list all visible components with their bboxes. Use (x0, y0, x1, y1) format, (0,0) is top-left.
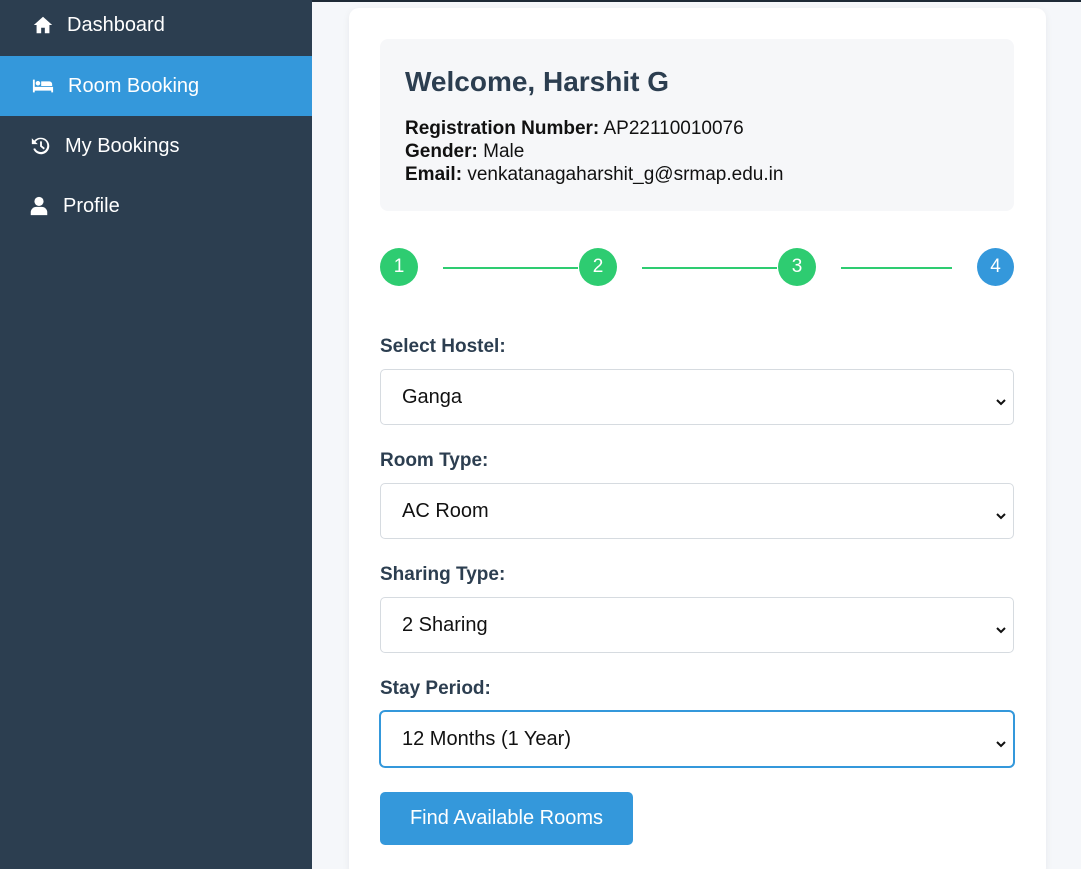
sidebar-item-label: My Bookings (65, 134, 180, 157)
room-type-select[interactable]: AC Room (380, 483, 1014, 539)
sidebar-item-label: Dashboard (67, 13, 165, 36)
hostel-select[interactable]: Ganga (380, 369, 1014, 425)
room-type-select-value: AC Room (402, 499, 489, 522)
sidebar: Dashboard Room Booking My Bookings Profi… (0, 0, 312, 869)
sharing-type-select[interactable]: 2 Sharing (380, 597, 1014, 653)
email-value: venkatanagaharshit_g@srmap.edu.in (467, 164, 784, 185)
chevron-down-icon (995, 619, 1007, 634)
email-row: Email: venkatanagaharshit_g@srmap.edu.in (405, 163, 783, 186)
progress-steps: 1 2 3 4 (380, 248, 1014, 288)
gender-value: Male (483, 141, 525, 162)
booking-card: Welcome, Harshit G Registration Number: … (349, 8, 1046, 869)
sidebar-item-profile[interactable]: Profile (0, 176, 312, 236)
welcome-panel: Welcome, Harshit G Registration Number: … (380, 39, 1014, 211)
hostel-select-value: Ganga (402, 385, 463, 408)
sidebar-item-dashboard[interactable]: Dashboard (0, 0, 312, 55)
registration-label: Registration Number: (405, 118, 600, 139)
room-type-label: Room Type: (380, 450, 489, 471)
step-2: 2 (579, 248, 617, 286)
step-4: 4 (977, 248, 1014, 286)
stay-period-select[interactable]: 12 Months (1 Year) (380, 711, 1014, 767)
user-icon (27, 194, 51, 218)
step-connector (841, 267, 952, 269)
stay-period-select-value: 12 Months (1 Year) (402, 727, 571, 750)
sharing-type-label: Sharing Type: (380, 564, 506, 585)
sidebar-item-my-bookings[interactable]: My Bookings (0, 116, 312, 176)
welcome-title: Welcome, Harshit G (405, 66, 670, 97)
sharing-type-select-value: 2 Sharing (402, 613, 488, 636)
gender-row: Gender: Male (405, 140, 524, 163)
sidebar-item-label: Room Booking (68, 74, 200, 97)
chevron-down-icon (995, 505, 1007, 520)
home-icon (31, 13, 55, 37)
find-rooms-button[interactable]: Find Available Rooms (380, 792, 633, 845)
gender-label: Gender: (405, 141, 478, 162)
stay-period-label: Stay Period: (380, 678, 491, 699)
step-1: 1 (380, 248, 418, 286)
hostel-label: Select Hostel: (380, 336, 506, 357)
step-connector (443, 267, 578, 269)
sidebar-item-room-booking[interactable]: Room Booking (0, 56, 312, 116)
chevron-down-icon (995, 391, 1007, 406)
registration-row: Registration Number: AP22110010076 (405, 117, 744, 140)
email-label: Email: (405, 164, 463, 185)
bed-icon (30, 74, 56, 98)
registration-value: AP22110010076 (603, 118, 744, 139)
chevron-down-icon (995, 733, 1007, 748)
sidebar-item-label: Profile (63, 194, 120, 217)
history-icon (29, 134, 53, 158)
step-connector (642, 267, 777, 269)
step-3: 3 (778, 248, 816, 286)
